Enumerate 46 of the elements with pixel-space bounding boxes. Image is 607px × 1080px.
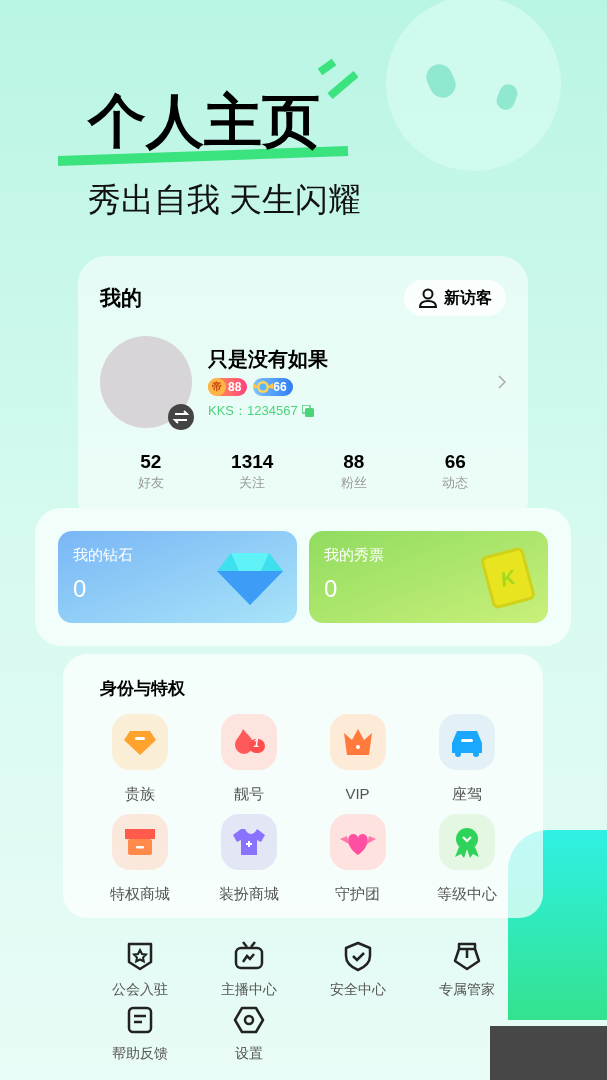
person-icon	[418, 288, 438, 308]
tool-label[interactable]: 专属管家	[438, 979, 495, 998]
privilege-label[interactable]: 靓号	[233, 783, 264, 804]
privilege-tile[interactable]	[438, 713, 495, 770]
number-mark: 1	[253, 736, 260, 751]
switch-icon[interactable]	[168, 404, 194, 430]
privilege-label[interactable]: 等级中心	[436, 883, 497, 904]
level-badge: 66	[253, 377, 293, 396]
chevron-right-icon[interactable]	[498, 375, 506, 389]
privilege-label[interactable]: 守护团	[335, 883, 380, 904]
diamond-icon	[217, 553, 283, 605]
tool-label[interactable]: 帮助反馈	[111, 1043, 168, 1062]
stat-value[interactable]: 88	[343, 450, 365, 474]
user-name: 只是没有如果	[208, 346, 329, 372]
balance-value: 0	[73, 575, 87, 603]
card-title: 我的钻石	[73, 545, 134, 565]
ticket-icon: K	[479, 546, 537, 610]
hero-title: 个人主页	[88, 92, 320, 150]
tool-label[interactable]: 安全中心	[329, 979, 386, 998]
stat-value[interactable]: 52	[140, 450, 162, 474]
privilege-label[interactable]: 座驾	[451, 783, 482, 804]
privilege-label[interactable]: 装扮商城	[218, 883, 279, 904]
privilege-tile[interactable]	[329, 813, 386, 870]
stat-value[interactable]: 66	[444, 450, 466, 474]
privilege-tile[interactable]	[220, 813, 277, 870]
balance-value: 0	[324, 575, 338, 603]
copy-icon[interactable]	[301, 404, 314, 417]
new-visitors-button[interactable]: 新访客	[404, 280, 506, 316]
privilege-label[interactable]: VIP	[345, 783, 370, 804]
privilege-tile[interactable]	[329, 713, 386, 770]
section-heading: 身份与特权	[99, 678, 186, 700]
card-title: 我的秀票	[324, 545, 385, 565]
user-id: KKS：1234567	[208, 401, 298, 420]
tool-label[interactable]: 公会入驻	[111, 979, 168, 998]
tv-icon[interactable]	[232, 939, 265, 972]
stat-value[interactable]: 1314	[231, 450, 274, 474]
tool-label[interactable]: 主播中心	[220, 979, 277, 998]
privilege-label[interactable]: 特权商城	[109, 883, 170, 904]
privilege-tile[interactable]	[111, 713, 168, 770]
privilege-tile[interactable]	[111, 813, 168, 870]
section-heading: 我的	[100, 285, 142, 312]
privilege-label[interactable]: 贵族	[124, 783, 155, 804]
privilege-tile[interactable]	[438, 813, 495, 870]
tool-label[interactable]: 设置	[234, 1043, 263, 1062]
hero-subtitle: 秀出自我 天生闪耀	[88, 180, 363, 220]
noble-badge: 帝 88	[208, 377, 248, 396]
